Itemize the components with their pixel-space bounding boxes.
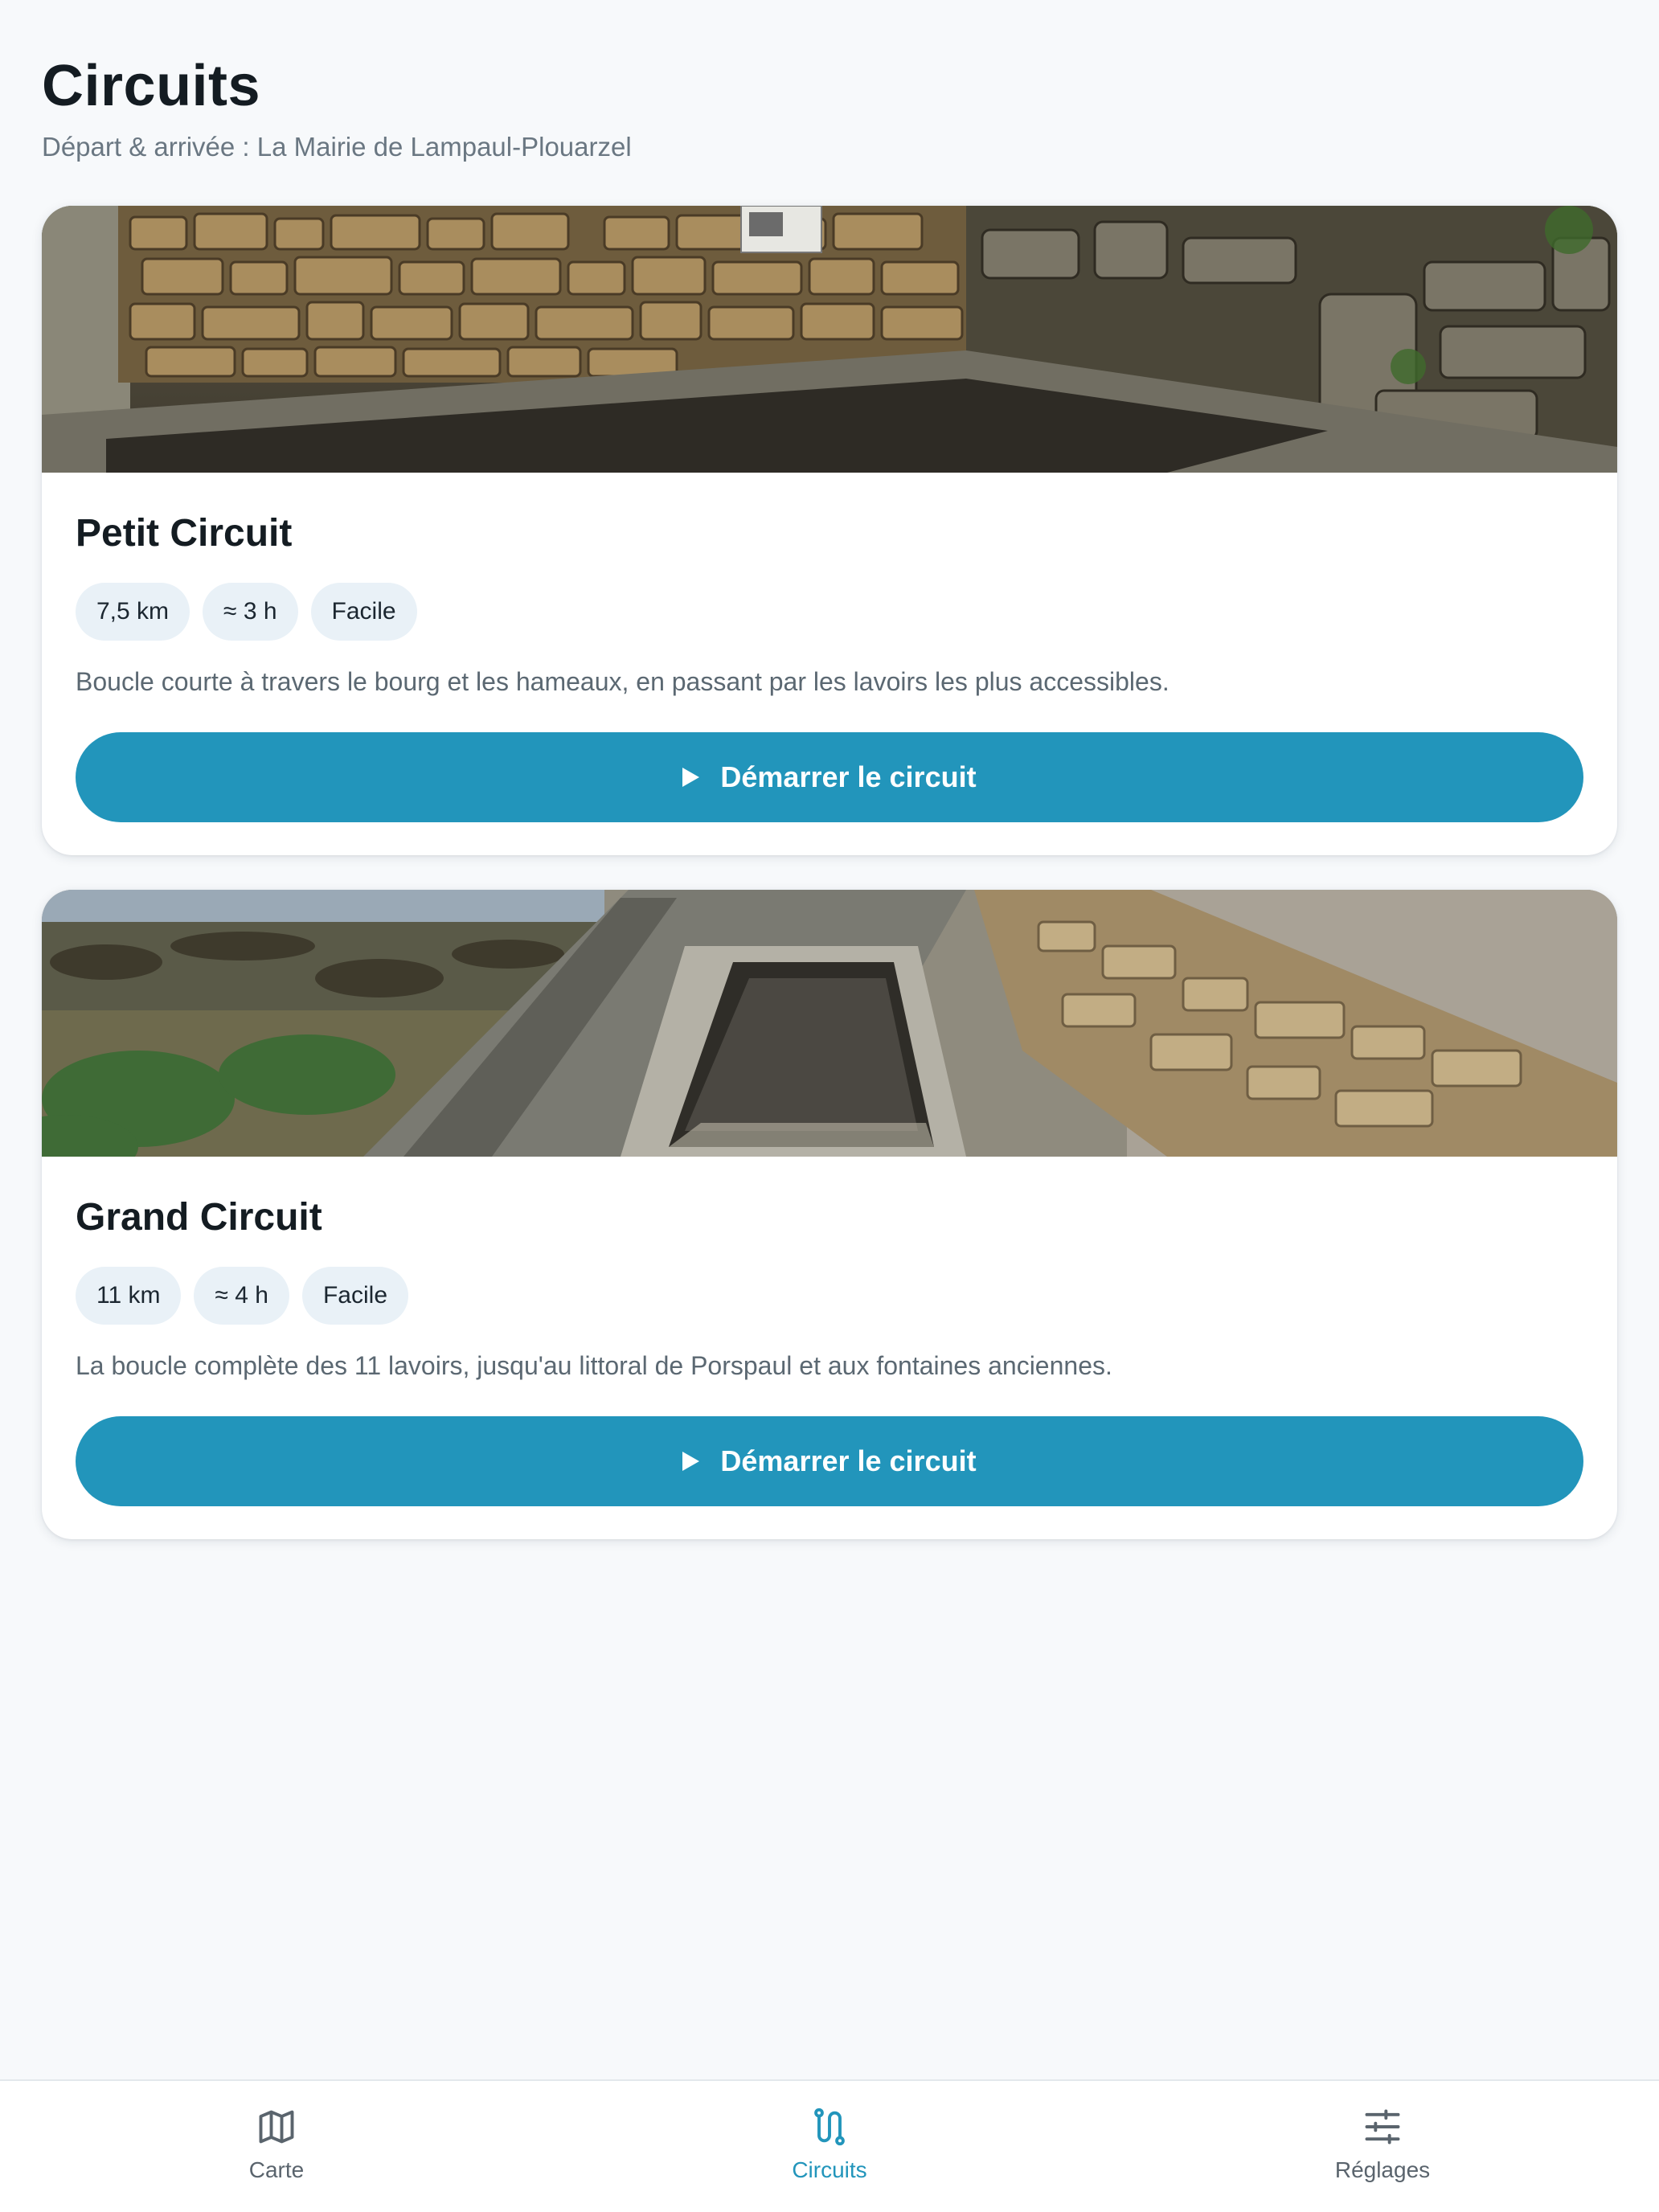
play-icon xyxy=(682,1452,700,1471)
distance-chip: 7,5 km xyxy=(76,583,190,641)
nav-item-circuits[interactable]: Circuits xyxy=(553,2081,1106,2212)
page-title: Circuits xyxy=(42,54,261,118)
circuit-card-petit[interactable]: Petit Circuit 7,5 km ≈ 3 h Facile Boucle… xyxy=(42,206,1617,855)
circuit-chips: 11 km ≈ 4 h Facile xyxy=(76,1267,409,1325)
nav-label-circuits: Circuits xyxy=(792,2157,867,2182)
nav-label-carte: Carte xyxy=(248,2157,305,2182)
duration-chip: ≈ 3 h xyxy=(203,583,298,641)
stone-wall-photo xyxy=(42,206,1617,473)
duration-chip: ≈ 4 h xyxy=(194,1267,289,1325)
difficulty-chip: Facile xyxy=(301,1267,409,1325)
bottom-nav: Carte Circuits Réglages xyxy=(0,2079,1659,2212)
circuit-title: Grand Circuit xyxy=(76,1196,322,1239)
play-icon xyxy=(682,768,700,787)
circuit-title: Petit Circuit xyxy=(76,512,293,555)
start-circuit-button[interactable]: Démarrer le circuit xyxy=(76,1416,1583,1506)
page-subtitle: Départ & arrivée : La Mairie de Lampaul-… xyxy=(42,132,632,162)
route-icon xyxy=(814,2108,845,2146)
sliders-icon xyxy=(1365,2109,1400,2144)
map-icon xyxy=(259,2110,294,2144)
start-circuit-label: Démarrer le circuit xyxy=(720,1444,977,1477)
circuit-description: La boucle complète des 11 lavoirs, jusqu… xyxy=(76,1351,1112,1380)
start-circuit-label: Démarrer le circuit xyxy=(720,760,977,793)
distance-chip: 11 km xyxy=(76,1267,182,1325)
difficulty-chip: Facile xyxy=(310,583,417,641)
coastal-washhouse-photo xyxy=(42,890,1617,1157)
start-circuit-button[interactable]: Démarrer le circuit xyxy=(76,732,1583,822)
nav-label-reglages: Réglages xyxy=(1334,2157,1431,2182)
circuit-chips: 7,5 km ≈ 3 h Facile xyxy=(76,583,417,641)
circuit-description: Boucle courte à travers le bourg et les … xyxy=(76,667,1169,696)
nav-item-reglages[interactable]: Réglages xyxy=(1106,2081,1659,2212)
nav-item-carte[interactable]: Carte xyxy=(0,2081,553,2212)
circuit-card-grand[interactable]: Grand Circuit 11 km ≈ 4 h Facile La bouc… xyxy=(42,890,1617,1539)
